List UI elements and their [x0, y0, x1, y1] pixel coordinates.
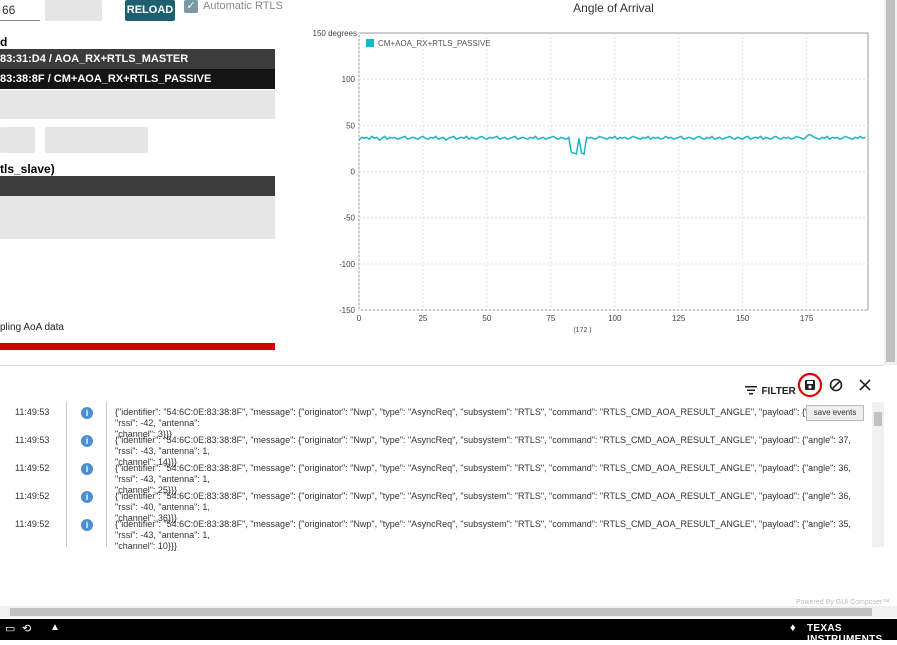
automatic-rtls-label: Automatic RTLS — [203, 0, 283, 12]
automatic-rtls-checkbox[interactable]: ✓ — [184, 0, 198, 13]
reload-button[interactable]: RELOAD — [125, 0, 175, 21]
device-row-label: 83:38:8F / CM+AOA_RX+RTLS_PASSIVE — [0, 73, 212, 85]
log-scrollbar[interactable] — [872, 402, 884, 547]
x-tick-label: 25 — [418, 314, 427, 323]
log-time: 11:49:52 — [15, 463, 50, 473]
scrollbar-thumb[interactable] — [10, 608, 872, 616]
legend-label: CM+AOA_RX+RTLS_PASSIVE — [378, 39, 491, 48]
port-input[interactable]: 66 — [0, 0, 40, 21]
x-axis-label: (172 ) — [573, 327, 591, 334]
x-tick-label: 125 — [672, 314, 686, 323]
log-time: 11:49:52 — [15, 519, 50, 529]
x-tick-label: 50 — [482, 314, 491, 323]
scrollbar-thumb[interactable] — [874, 412, 882, 426]
log-message: {"identifier": "54:6C:0E:83:38:8F", "mes… — [115, 519, 851, 551]
horizontal-scrollbar[interactable] — [0, 606, 897, 618]
ti-logo-icon: ♦ — [790, 622, 796, 634]
scrollbar-thumb[interactable] — [886, 0, 895, 362]
powered-by: Powered By GUI Composer™ — [796, 599, 890, 606]
devices-title: d — [0, 35, 8, 49]
column-divider — [106, 402, 107, 547]
angle-chart-panel: Angle of Arrival -150 -100 -50 0 50 100 150 deg… — [300, 0, 880, 345]
action-button[interactable] — [45, 127, 148, 153]
device-list-empty-area — [0, 90, 275, 119]
info-icon: i — [81, 491, 93, 503]
x-tick-label: 175 — [800, 314, 814, 323]
slave-list-area — [0, 196, 275, 239]
device-row-passive[interactable]: 83:38:8F / CM+AOA_RX+RTLS_PASSIVE — [0, 69, 275, 89]
triangle-up-icon[interactable]: ▲ — [50, 622, 60, 633]
slave-header-bar — [0, 176, 275, 196]
angle-of-arrival-chart: Angle of Arrival -150 -100 -50 0 50 100 150 deg… — [313, 1, 869, 334]
device-row-label: 83:31:D4 / AOA_RX+RTLS_MASTER — [0, 53, 189, 65]
log-time: 11:49:53 — [15, 435, 50, 445]
chart-title: Angle of Arrival — [573, 1, 654, 15]
y-tick-label: 50 — [346, 121, 355, 130]
refresh-icon[interactable]: ⟲ — [22, 622, 31, 635]
taskbar: ▭ ⟲ ▲ ♦ TEXAS INSTRUMENTS — [0, 619, 897, 645]
progress-bar — [0, 343, 275, 350]
x-tick-label: 0 — [357, 314, 362, 323]
y-tick-label: -50 — [343, 214, 355, 223]
info-icon: i — [81, 407, 93, 419]
disabled-button[interactable] — [45, 0, 102, 21]
device-row-master[interactable]: 83:31:D4 / AOA_RX+RTLS_MASTER — [0, 49, 275, 69]
close-button[interactable] — [858, 378, 872, 397]
save-events-button[interactable] — [797, 372, 823, 398]
panel-divider — [0, 365, 884, 366]
log-time: 11:49:52 — [15, 491, 50, 501]
info-icon: i — [81, 435, 93, 447]
x-tick-label: 150 — [736, 314, 750, 323]
x-tick-label: 75 — [546, 314, 555, 323]
notes-icon[interactable]: ▭ — [5, 622, 15, 635]
y-tick-label: -150 — [339, 306, 356, 315]
filter-label: FILTER — [761, 386, 796, 397]
slave-section-title: tls_slave) — [0, 162, 55, 176]
filter-button[interactable]: FILTER — [745, 381, 796, 399]
y-tick-label: 100 — [342, 75, 356, 84]
block-icon — [829, 378, 843, 392]
page-scrollbar[interactable] — [884, 0, 897, 365]
clear-button[interactable] — [829, 378, 843, 397]
save-events-tooltip: save events — [806, 405, 864, 421]
info-icon: i — [81, 463, 93, 475]
y-tick-label: -100 — [339, 260, 356, 269]
connect-button[interactable] — [0, 127, 35, 153]
x-tick-label: 100 — [608, 314, 622, 323]
status-text: pling AoA data — [0, 322, 64, 333]
close-icon — [859, 379, 871, 391]
y-tick-label: 0 — [351, 168, 356, 177]
filter-icon — [745, 385, 757, 395]
info-icon: i — [81, 519, 93, 531]
y-axis-label: 150 degrees — [313, 29, 357, 38]
log-time: 11:49:53 — [15, 407, 50, 417]
save-icon — [797, 372, 823, 398]
legend-swatch — [366, 39, 374, 47]
brand-label: TEXAS INSTRUMENTS — [807, 623, 883, 645]
